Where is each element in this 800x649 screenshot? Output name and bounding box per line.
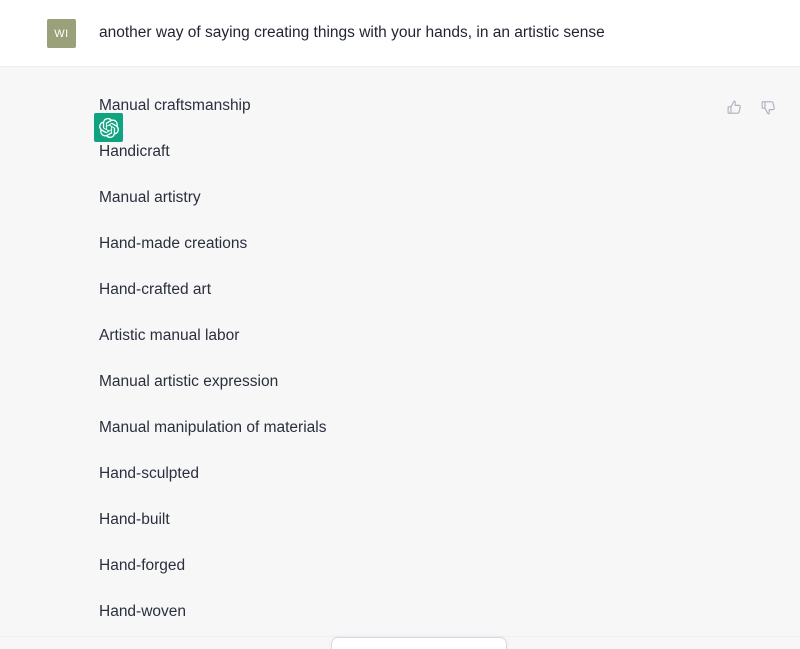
reply-line: Hand-sculpted xyxy=(99,465,199,482)
message-input[interactable] xyxy=(331,637,507,649)
reply-line: Artistic manual labor xyxy=(99,327,240,344)
thumbs-down-button[interactable] xyxy=(756,95,780,119)
thumbs-up-button[interactable] xyxy=(722,95,746,119)
avatar-initials: WI xyxy=(54,27,69,40)
reply-line: Hand-crafted art xyxy=(99,281,211,298)
thumbs-down-icon xyxy=(760,99,777,116)
user-message-row: WI another way of saying creating things… xyxy=(0,0,800,67)
reply-line: Manual artistic expression xyxy=(99,373,279,390)
user-message-text: another way of saying creating things wi… xyxy=(99,24,605,41)
reply-line: Manual artistry xyxy=(99,189,201,206)
reply-line: Manual craftsmanship xyxy=(99,97,251,114)
avatar-assistant-wrapper xyxy=(47,94,123,142)
assistant-message-row: Manual craftsmanship Handicraft Manual a… xyxy=(0,67,800,649)
reply-line: Hand-made creations xyxy=(99,235,248,252)
assistant-reply-list: Manual craftsmanship Handicraft Manual a… xyxy=(99,95,699,647)
chat-conversation-view: WI another way of saying creating things… xyxy=(0,0,800,649)
reply-line: Handicraft xyxy=(99,143,170,160)
reply-line: Hand-forged xyxy=(99,557,186,574)
reply-line: Hand-built xyxy=(99,511,170,528)
thumbs-up-icon xyxy=(726,99,743,116)
feedback-controls xyxy=(722,95,780,119)
reply-line: Manual manipulation of materials xyxy=(99,419,327,436)
avatar-user: WI xyxy=(47,19,76,48)
